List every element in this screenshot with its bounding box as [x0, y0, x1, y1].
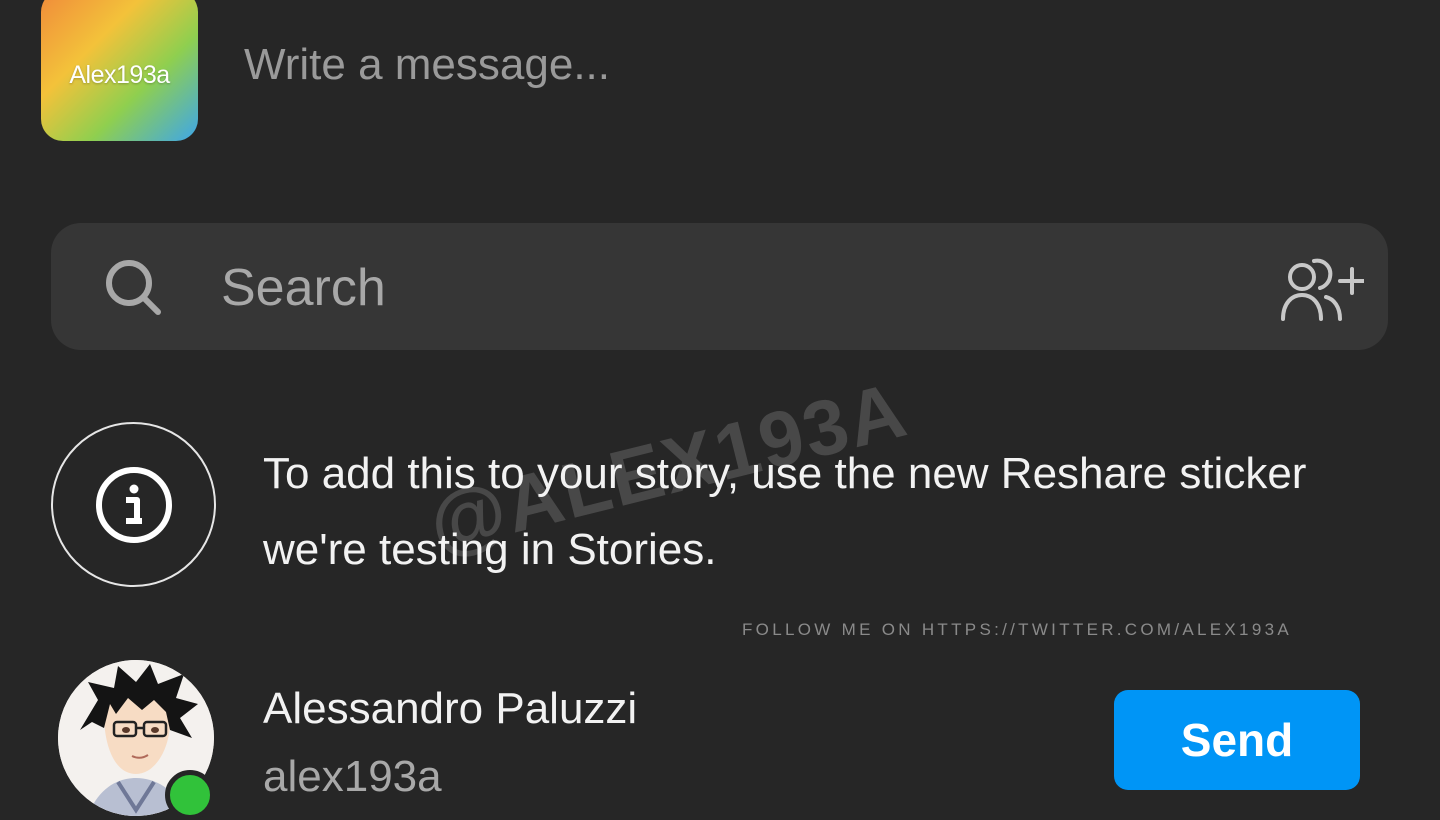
- search-icon: [106, 260, 161, 315]
- contact-name: Alessandro Paluzzi: [263, 684, 638, 733]
- search-input[interactable]: [221, 253, 1261, 323]
- info-icon-circle: [51, 422, 216, 587]
- watermark-follow-text: FOLLOW ME ON HTTPS://TWITTER.COM/ALEX193…: [742, 620, 1292, 639]
- message-input[interactable]: [244, 30, 1344, 100]
- reshare-notice-text: To add this to your story, use the new R…: [263, 449, 1307, 574]
- story-thumbnail-label: Alex193a: [69, 61, 170, 89]
- story-thumbnail: Alex193a: [41, 0, 198, 141]
- send-button[interactable]: Send: [1114, 690, 1360, 790]
- online-status-dot: [165, 770, 215, 820]
- info-icon: [95, 466, 172, 543]
- add-people-icon[interactable]: [1280, 255, 1364, 323]
- contact-username: alex193a: [263, 752, 442, 801]
